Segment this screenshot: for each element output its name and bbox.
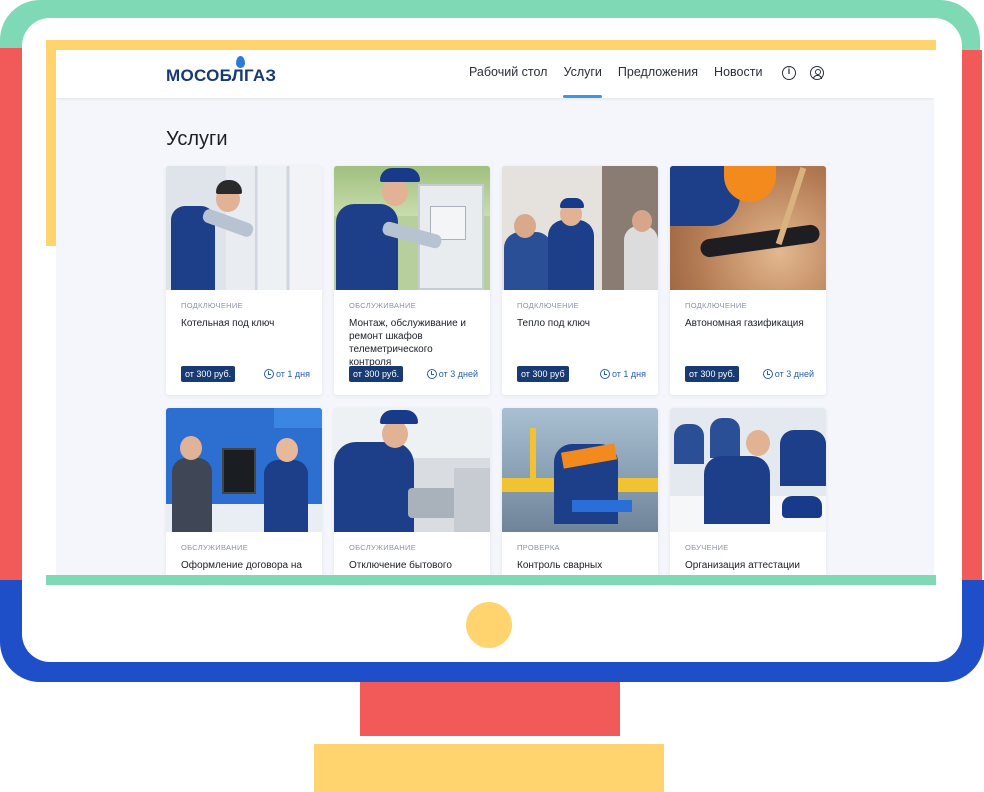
service-title: Тепло под ключ bbox=[517, 318, 590, 329]
service-card[interactable]: Подключение Тепло под ключ от 300 руб от… bbox=[502, 166, 658, 395]
service-category: Обучение bbox=[685, 543, 729, 552]
duration-text: от 3 дней bbox=[774, 369, 814, 379]
service-title: Автономная газификация bbox=[685, 318, 804, 329]
service-category: Проверка bbox=[517, 543, 560, 552]
nav-item-news[interactable]: Новости bbox=[714, 50, 762, 98]
service-card[interactable]: Подключение Котельная под ключ от 300 ру… bbox=[166, 166, 322, 395]
service-category: Подключение bbox=[181, 301, 243, 310]
monitor-stand-neck bbox=[360, 682, 620, 736]
service-duration: от 1 дня bbox=[599, 369, 646, 379]
nav-item-offers[interactable]: Предложения bbox=[618, 50, 698, 98]
service-card[interactable]: Обслуживание Монтаж, обслуживание и ремо… bbox=[334, 166, 490, 395]
decor-strip-bottom bbox=[46, 575, 936, 585]
service-meta: от 300 руб. от 3 дней bbox=[685, 366, 814, 382]
app-screen: МОСОБЛГАЗ Рабочий стол Услуги Предложени… bbox=[56, 50, 934, 575]
top-navigation-bar: МОСОБЛГАЗ Рабочий стол Услуги Предложени… bbox=[56, 50, 934, 98]
service-photo bbox=[166, 408, 322, 532]
service-card[interactable]: Обслуживание Оформление договора на bbox=[166, 408, 322, 575]
service-photo bbox=[502, 166, 658, 290]
monitor-frame-right bbox=[960, 50, 982, 580]
flame-icon bbox=[236, 56, 245, 68]
page-title: Услуги bbox=[166, 128, 228, 150]
service-card[interactable]: Проверка Контроль сварных bbox=[502, 408, 658, 575]
service-meta: от 300 руб. от 3 дней bbox=[349, 366, 478, 382]
service-title: Котельная под ключ bbox=[181, 318, 275, 329]
user-icon[interactable] bbox=[810, 66, 824, 80]
service-photo bbox=[334, 408, 490, 532]
service-photo bbox=[502, 408, 658, 532]
service-duration: от 1 дня bbox=[263, 369, 310, 379]
nav-item-dashboard[interactable]: Рабочий стол bbox=[469, 50, 547, 98]
power-button bbox=[466, 602, 512, 648]
service-category: Подключение bbox=[517, 301, 579, 310]
duration-text: от 1 дня bbox=[275, 369, 310, 379]
service-photo bbox=[166, 166, 322, 290]
clock-icon bbox=[762, 369, 773, 379]
service-title: Контроль сварных bbox=[517, 560, 603, 571]
price-badge: от 300 руб. bbox=[181, 366, 236, 382]
service-title: Организация аттестации bbox=[685, 560, 800, 571]
service-meta: от 300 руб. от 1 дня bbox=[181, 366, 310, 382]
services-grid: Подключение Котельная под ключ от 300 ру… bbox=[166, 166, 828, 575]
info-icon[interactable] bbox=[782, 66, 796, 80]
main-nav: Рабочий стол Услуги Предложения Новости bbox=[469, 50, 778, 98]
decor-strip-top bbox=[46, 40, 936, 50]
service-photo bbox=[670, 166, 826, 290]
logo[interactable]: МОСОБЛГАЗ bbox=[166, 66, 276, 86]
service-category: Обслуживание bbox=[349, 543, 417, 552]
service-category: Обслуживание bbox=[349, 301, 417, 310]
service-title: Монтаж, обслуживание и ремонт шкафов тел… bbox=[349, 318, 466, 368]
price-badge: от 300 руб. bbox=[349, 366, 404, 382]
price-badge: от 300 руб. bbox=[685, 366, 740, 382]
service-photo bbox=[670, 408, 826, 532]
service-duration: от 3 дней bbox=[762, 369, 814, 379]
price-badge: от 300 руб bbox=[517, 366, 569, 382]
clock-icon bbox=[426, 369, 437, 379]
service-card[interactable]: Подключение Автономная газификация от 30… bbox=[670, 166, 826, 395]
clock-icon bbox=[263, 369, 274, 379]
duration-text: от 1 дня bbox=[611, 369, 646, 379]
duration-text: от 3 дней bbox=[438, 369, 478, 379]
monitor-stand-base bbox=[314, 744, 664, 792]
service-category: Обслуживание bbox=[181, 543, 249, 552]
service-photo bbox=[334, 166, 490, 290]
service-duration: от 3 дней bbox=[426, 369, 478, 379]
service-category: Подключение bbox=[685, 301, 747, 310]
service-card[interactable]: Обслуживание Отключение бытового bbox=[334, 408, 490, 575]
service-title: Отключение бытового bbox=[349, 560, 452, 571]
nav-item-services[interactable]: Услуги bbox=[563, 50, 603, 98]
service-meta: от 300 руб от 1 дня bbox=[517, 366, 646, 382]
clock-icon bbox=[599, 369, 610, 379]
service-title: Оформление договора на bbox=[181, 560, 302, 571]
service-card[interactable]: Обучение Организация аттестации bbox=[670, 408, 826, 575]
